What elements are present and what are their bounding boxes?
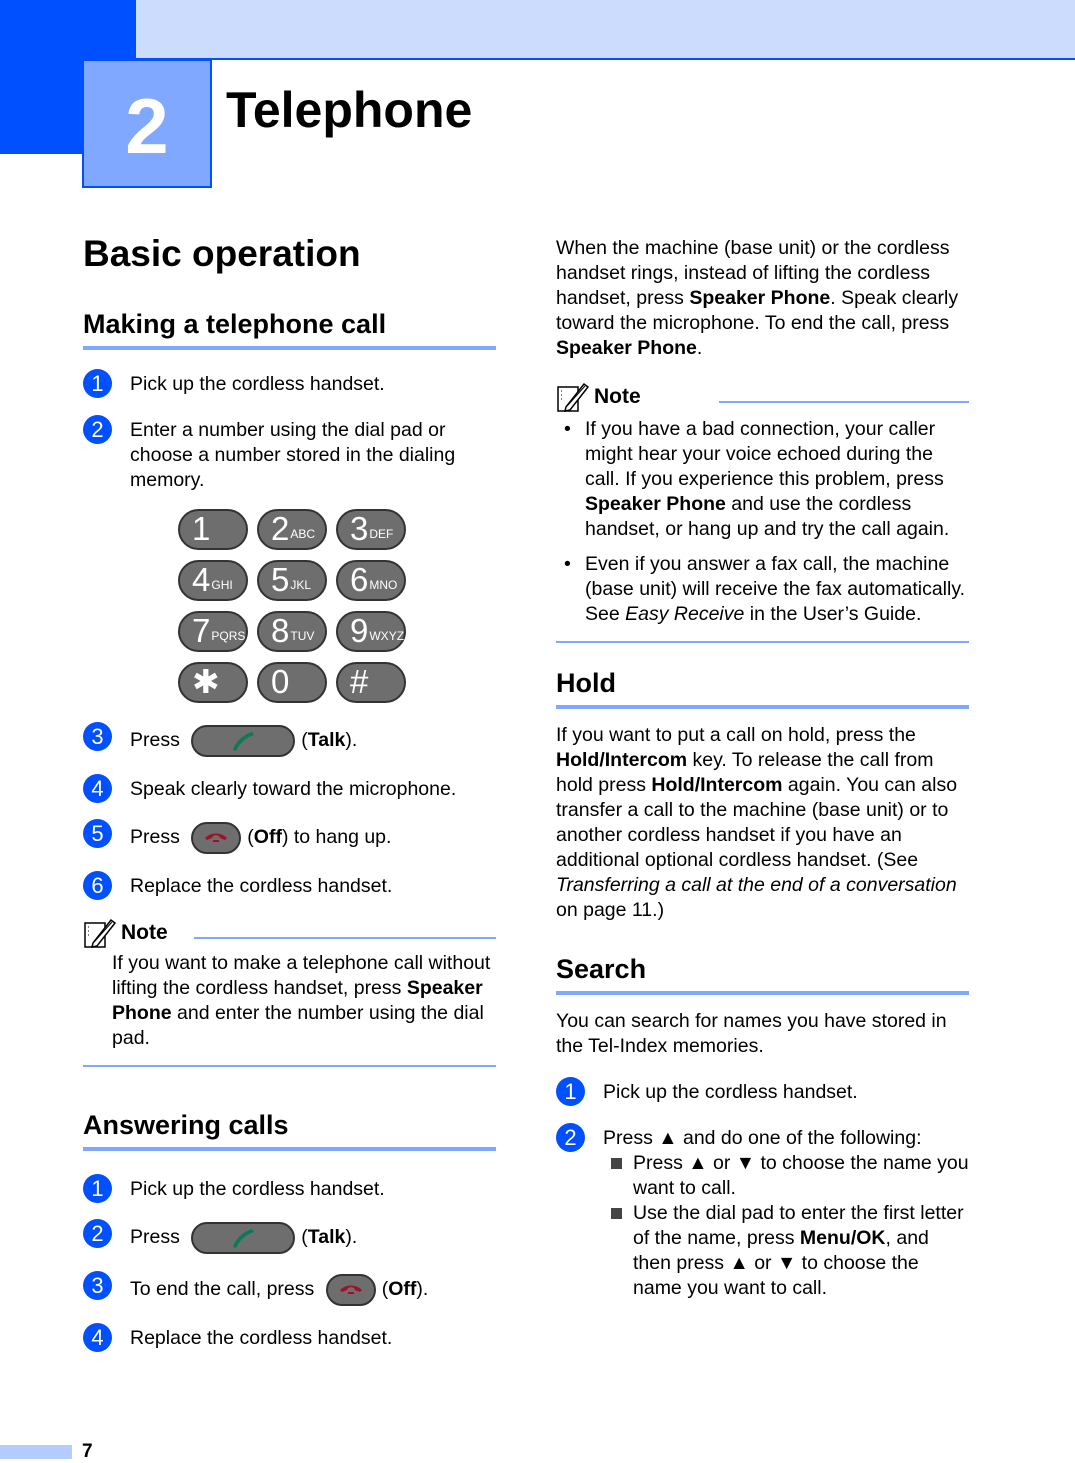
left-column: Basic operation Making a telephone call …	[83, 232, 496, 1352]
answer-step-4: 4 Replace the cordless handset.	[83, 1323, 496, 1352]
step-badge: 1	[83, 369, 112, 398]
heading-answering-calls: Answering calls	[83, 1109, 496, 1151]
step-text: Pick up the cordless handset.	[130, 373, 385, 395]
step-badge: 2	[83, 1219, 112, 1248]
note-divider	[193, 937, 496, 939]
hangup-phone-icon	[205, 833, 228, 842]
step-badge: 3	[83, 722, 112, 751]
note-bullet: Even if you answer a fax call, the machi…	[556, 552, 969, 627]
heading-search: Search	[556, 953, 969, 995]
step-badge: 2	[83, 415, 112, 444]
key-6[interactable]: 6 MNO	[336, 560, 406, 601]
footer-bar	[0, 1445, 72, 1459]
key-hash[interactable]: #	[336, 662, 406, 703]
note-end-divider	[83, 1065, 496, 1067]
note-end-divider	[556, 641, 969, 643]
answer-step-3: 3 To end the call, press (Off).	[83, 1271, 496, 1306]
chapter-number-box: 2	[82, 59, 212, 188]
making-step-5: 5 Press (Off) to hang up.	[83, 819, 496, 854]
key-7[interactable]: 7 PQRS	[178, 611, 248, 652]
dial-pad: 1 2 ABC 3 DEF 4 GHI 5 JKL 6 MNO 7 PQRS 8 TUV 9W…	[178, 509, 496, 703]
making-step-2: 2 Enter a number using the dial pad or c…	[83, 415, 496, 493]
heading-making-call: Making a telephone call	[83, 308, 496, 350]
square-bullet-icon	[611, 1158, 622, 1169]
heading-hold: Hold	[556, 667, 969, 709]
search-option: Press ▲ or ▼ to choose the name you want…	[603, 1151, 969, 1201]
note-pencil-icon	[557, 382, 590, 412]
key-9[interactable]: 9 WXYZ	[336, 611, 406, 652]
speaker-phone-paragraph: When the machine (base unit) or the cord…	[556, 237, 959, 359]
key-0[interactable]: 0	[257, 662, 327, 703]
key-4[interactable]: 4 GHI	[178, 560, 248, 601]
square-bullet-icon	[611, 1208, 622, 1219]
page-number: 7	[82, 1441, 93, 1462]
key-2[interactable]: 2 ABC	[257, 509, 327, 550]
making-step-6: 6 Replace the cordless handset.	[83, 871, 496, 900]
step-badge: 5	[83, 819, 112, 848]
step-badge: 6	[83, 871, 112, 900]
talk-phone-icon	[233, 1229, 255, 1248]
note-making-call: Note If you want to make a telephone cal…	[83, 917, 496, 1067]
note-bullet: If you have a bad connection, your calle…	[556, 417, 969, 542]
search-step-1: 1 Pick up the cordless handset.	[556, 1077, 969, 1106]
step-badge: 1	[556, 1077, 585, 1106]
hold-paragraph: If you want to put a call on hold, press…	[556, 724, 958, 921]
note-text: If you want to make a telephone call wit…	[112, 952, 491, 1049]
making-step-3: 3 Press (Talk).	[83, 722, 496, 757]
chapter-number: 2	[125, 81, 169, 170]
making-step-4: 4 Speak clearly toward the microphone.	[83, 774, 496, 803]
step-badge: 3	[83, 1271, 112, 1300]
key-1[interactable]: 1	[178, 509, 248, 550]
key-8[interactable]: 8 TUV	[257, 611, 327, 652]
search-step-2: 2 Press ▲ and do one of the following: P…	[556, 1123, 969, 1301]
step-badge: 4	[83, 774, 112, 803]
step-badge: 4	[83, 1323, 112, 1352]
step-badge: 1	[83, 1174, 112, 1203]
step-text: Enter a number using the dial pad or cho…	[130, 419, 456, 491]
note-pencil-icon	[84, 918, 117, 948]
right-column: When the machine (base unit) or the cord…	[556, 236, 969, 1301]
talk-phone-icon	[233, 732, 255, 751]
step-badge: 2	[556, 1123, 585, 1152]
off-button[interactable]	[325, 1274, 376, 1306]
key-star[interactable]: ✱	[178, 662, 248, 703]
making-step-1: 1 Pick up the cordless handset.	[83, 369, 496, 398]
off-button[interactable]	[191, 822, 242, 854]
talk-button[interactable]	[191, 1222, 296, 1254]
answer-step-2: 2 Press (Talk).	[83, 1219, 496, 1254]
key-5[interactable]: 5 JKL	[257, 560, 327, 601]
header-light-band	[136, 0, 1075, 60]
hangup-phone-icon	[339, 1285, 362, 1294]
search-option: Use the dial pad to enter the first lett…	[603, 1201, 969, 1301]
section-title-basic-operation: Basic operation	[83, 233, 361, 274]
key-3[interactable]: 3 DEF	[336, 509, 406, 550]
chapter-title: Telephone	[226, 82, 473, 138]
talk-button[interactable]	[191, 725, 296, 757]
note-divider	[718, 401, 969, 403]
note-speaker: Note If you have a bad connection, your …	[556, 381, 969, 643]
answer-step-1: 1 Pick up the cordless handset.	[83, 1174, 496, 1203]
search-intro: You can search for names you have stored…	[556, 1010, 947, 1057]
